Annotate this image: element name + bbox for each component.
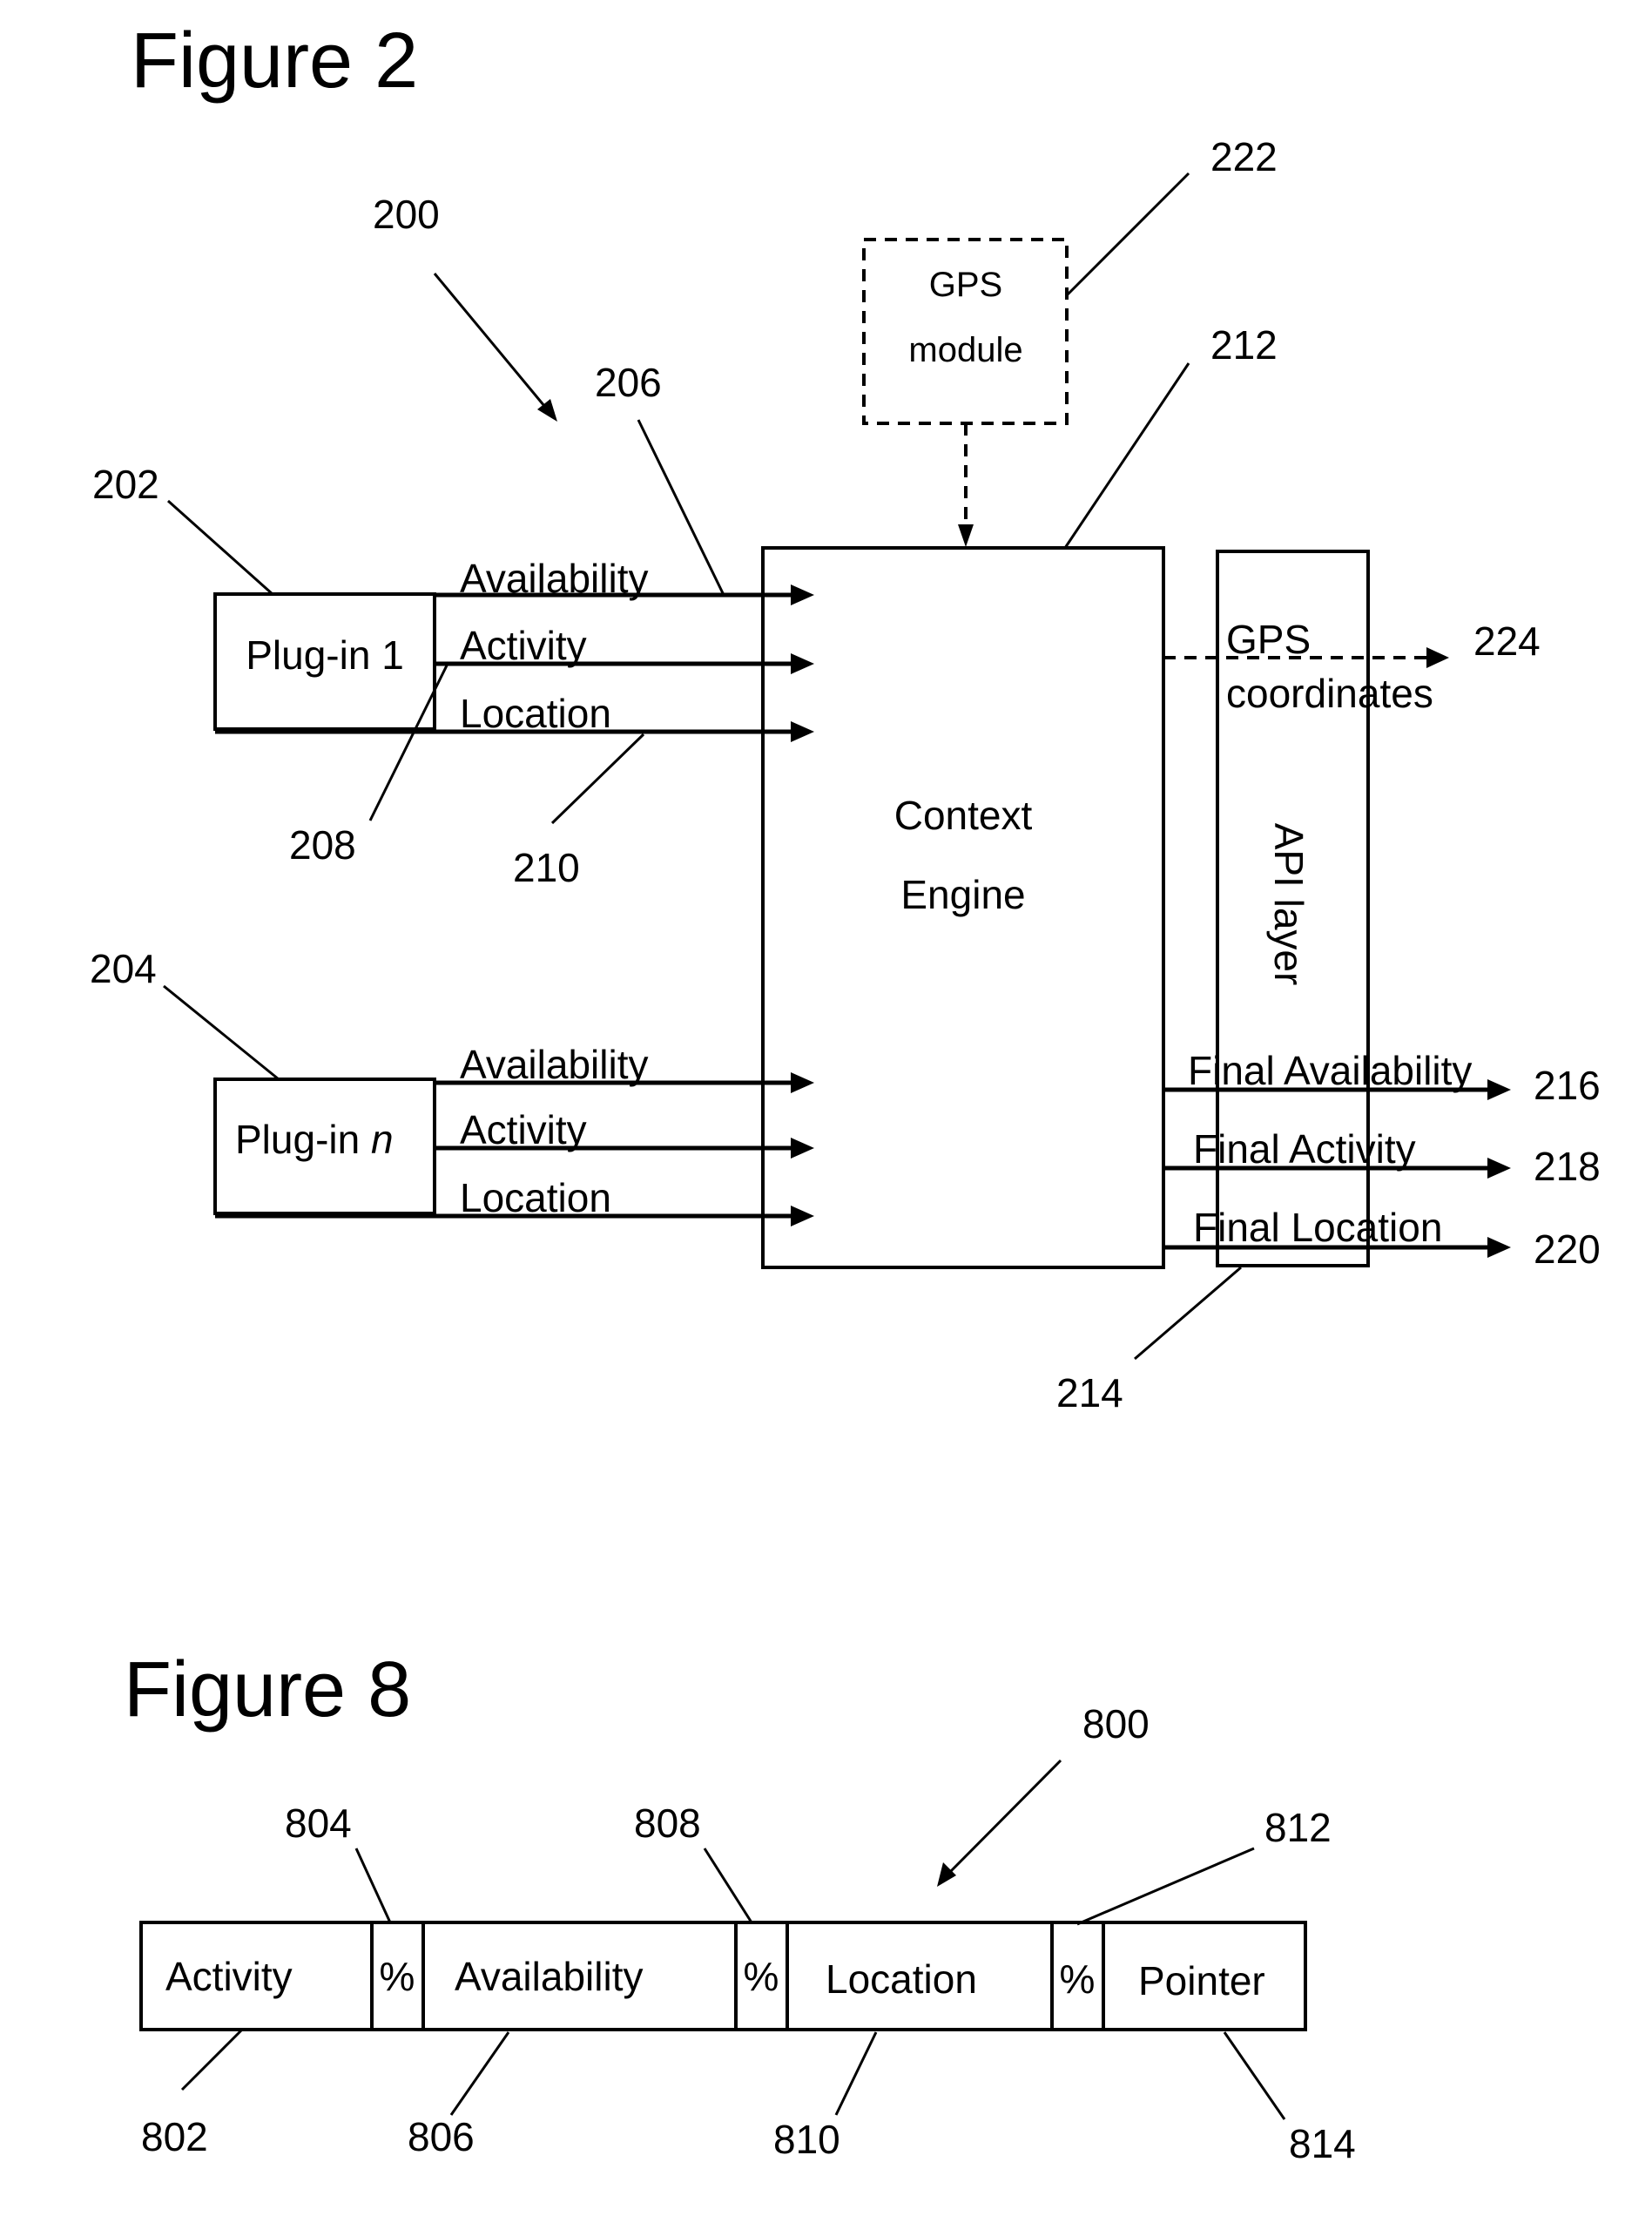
ref-802-leader [180, 2028, 244, 2091]
ref-222-leader [1066, 172, 1190, 296]
plugin-1-location-arrowhead [791, 721, 814, 742]
ref-206: 206 [595, 360, 662, 405]
ref-208: 208 [289, 822, 356, 868]
ref-204-leader [163, 984, 280, 1081]
ref-810-leader [834, 2031, 878, 2116]
plugin-n-availability-label: Availability [460, 1042, 648, 1087]
plugin-1-label: Plug-in 1 [246, 632, 404, 678]
field-separator-2-label: % [744, 1954, 779, 1999]
final-location-arrowhead [1487, 1237, 1511, 1258]
plugin-1-location-label: Location [460, 691, 611, 736]
ref-804: 804 [285, 1800, 352, 1846]
plugin-n-location-arrowhead [791, 1206, 814, 1226]
figure-8-title: Figure 8 [124, 1646, 411, 1733]
final-availability-label: Final Availability [1188, 1048, 1472, 1093]
ref-808: 808 [634, 1800, 701, 1846]
ref-802: 802 [141, 2114, 208, 2159]
ref-216: 216 [1534, 1063, 1601, 1108]
gps-module-label-1: GPS [929, 266, 1002, 304]
final-activity-label: Final Activity [1193, 1126, 1416, 1172]
gps-module-label-2: module [908, 331, 1022, 369]
ref-800-arrowhead [937, 1862, 956, 1887]
ref-812-leader [1076, 1847, 1255, 1926]
field-location-label: Location [826, 1956, 977, 2002]
final-availability-arrowhead [1487, 1079, 1511, 1100]
gps-to-engine-arrowhead [958, 524, 974, 547]
ref-200: 200 [373, 192, 440, 237]
ref-800-arrow-line [947, 1759, 1062, 1875]
api-layer-label: API layer [1266, 823, 1311, 986]
gps-coordinates-label-1: GPS [1226, 617, 1311, 662]
gps-coordinates-label-2: coordinates [1226, 671, 1433, 716]
ref-814: 814 [1289, 2121, 1356, 2166]
ref-224: 224 [1473, 618, 1541, 664]
plugin-n-activity-label: Activity [460, 1107, 587, 1152]
ref-222: 222 [1210, 134, 1278, 179]
context-engine-label-2: Engine [900, 872, 1025, 917]
field-availability-label: Availability [455, 1954, 643, 1999]
plugin-n-availability-arrowhead [791, 1072, 814, 1093]
gps-coordinates-arrowhead [1426, 647, 1449, 668]
plugin-1-availability-arrowhead [791, 584, 814, 605]
plugin-1-activity-arrowhead [791, 653, 814, 674]
ref-812: 812 [1264, 1805, 1332, 1850]
ref-212-leader [1063, 362, 1190, 549]
ref-220: 220 [1534, 1226, 1601, 1272]
context-engine-label-1: Context [894, 793, 1033, 838]
field-pointer-label: Pointer [1138, 1958, 1265, 2003]
ref-200-arrow-line [433, 273, 550, 412]
record-800: Activity % Availability % Location % Poi… [139, 1921, 1307, 2031]
ref-800: 800 [1082, 1701, 1150, 1746]
ref-806: 806 [408, 2114, 475, 2159]
field-separator-3-label: % [1060, 1956, 1096, 2002]
ref-806-leader [449, 2031, 510, 2116]
plugin-1-activity-label: Activity [460, 623, 587, 668]
field-separator-1-label: % [380, 1954, 415, 1999]
final-location-label: Final Location [1193, 1205, 1442, 1250]
ref-206-leader [637, 419, 725, 596]
plugin-n-label-prefix: Plug-in [235, 1117, 371, 1162]
ref-204: 204 [90, 946, 157, 991]
ref-814-leader [1223, 2031, 1286, 2120]
ref-810: 810 [773, 2117, 840, 2162]
ref-202-leader [167, 499, 274, 597]
ref-214-leader [1134, 1266, 1242, 1361]
ref-208-leader [368, 661, 450, 821]
ref-210-leader [550, 733, 645, 825]
plugin-n-activity-arrowhead [791, 1138, 814, 1159]
ref-210: 210 [513, 845, 580, 890]
ref-804-leader [354, 1848, 392, 1923]
ref-808-leader [703, 1848, 753, 1923]
figure-2-title: Figure 2 [131, 17, 418, 105]
field-activity-label: Activity [165, 1954, 293, 1999]
ref-214: 214 [1056, 1370, 1123, 1415]
ref-212: 212 [1210, 322, 1278, 368]
patent-figures: Figure 2 200 GPS module 222 212 206 202 … [90, 17, 1601, 2166]
final-activity-arrowhead [1487, 1158, 1511, 1179]
plugin-n-location-label: Location [460, 1175, 611, 1220]
plugin-n-label: Plug-in n [235, 1117, 394, 1162]
ref-202: 202 [92, 462, 159, 507]
plugin-n-label-italic: n [371, 1117, 394, 1162]
ref-218: 218 [1534, 1144, 1601, 1189]
